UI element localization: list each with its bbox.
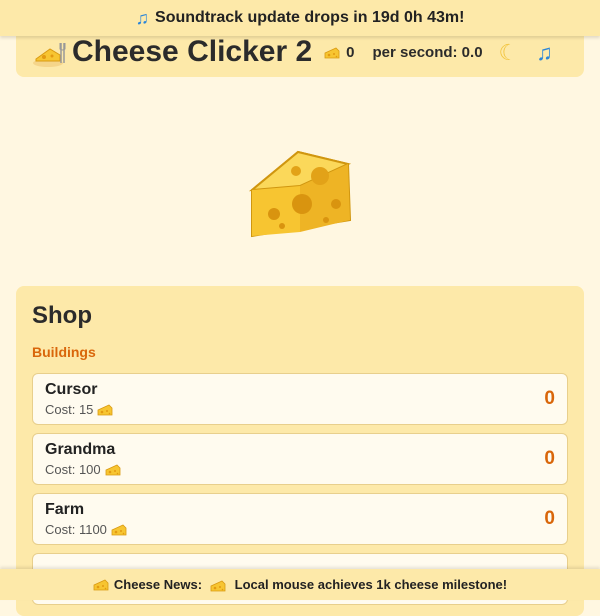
shop-panel: Shop Buildings Cursor Cost: 15 0 Grandma… bbox=[16, 286, 584, 616]
cheese-icon bbox=[210, 580, 226, 592]
music-note-icon[interactable]: ♫ bbox=[536, 40, 553, 66]
cheese-plate-icon bbox=[32, 39, 66, 69]
moon-icon[interactable]: ☾ bbox=[499, 40, 519, 66]
news-label: Cheese News: bbox=[114, 577, 202, 592]
cheese-icon bbox=[105, 464, 121, 476]
buildings-section-label: Buildings bbox=[32, 344, 568, 360]
item-name: Cursor bbox=[45, 381, 113, 399]
news-ticker: Cheese News: Local mouse achieves 1k che… bbox=[0, 569, 600, 600]
soundtrack-banner: ♫ Soundtrack update drops in 19d 0h 43m! bbox=[0, 0, 600, 36]
item-cost: Cost: 1100 bbox=[45, 522, 127, 537]
item-cost: Cost: 100 bbox=[45, 462, 121, 477]
page-title: Cheese Clicker 2 bbox=[72, 35, 312, 69]
item-cost: Cost: 15 bbox=[45, 402, 113, 417]
item-cost-text: Cost: 15 bbox=[45, 402, 93, 417]
cheese-icon bbox=[97, 404, 113, 416]
item-cost-text: Cost: 1100 bbox=[45, 522, 107, 537]
shop-title: Shop bbox=[32, 302, 568, 330]
item-name: Grandma bbox=[45, 441, 121, 459]
cheese-icon bbox=[324, 47, 340, 59]
cheese-count-value: 0 bbox=[346, 44, 354, 61]
big-cheese-button[interactable] bbox=[246, 146, 354, 238]
banner-text: Soundtrack update drops in 19d 0h 43m! bbox=[155, 9, 464, 27]
shop-item-cursor[interactable]: Cursor Cost: 15 0 bbox=[32, 373, 568, 425]
item-name: Farm bbox=[45, 501, 127, 519]
news-headline: Local mouse achieves 1k cheese milestone… bbox=[235, 577, 507, 592]
item-cost-text: Cost: 100 bbox=[45, 462, 101, 477]
item-count: 0 bbox=[544, 388, 555, 410]
cheese-wedge-icon bbox=[246, 146, 354, 238]
shop-item-farm[interactable]: Farm Cost: 1100 0 bbox=[32, 493, 568, 545]
shop-item-grandma[interactable]: Grandma Cost: 100 0 bbox=[32, 433, 568, 485]
cheese-icon bbox=[93, 579, 109, 591]
news-headline-wrap: Local mouse achieves 1k cheese milestone… bbox=[210, 577, 507, 592]
per-second-rate: per second: 0.0 bbox=[373, 44, 483, 61]
item-count: 0 bbox=[544, 448, 555, 470]
cheese-icon bbox=[111, 524, 127, 536]
music-note-icon: ♫ bbox=[136, 8, 150, 29]
cheese-counter: 0 bbox=[324, 44, 354, 61]
item-count: 0 bbox=[544, 508, 555, 530]
